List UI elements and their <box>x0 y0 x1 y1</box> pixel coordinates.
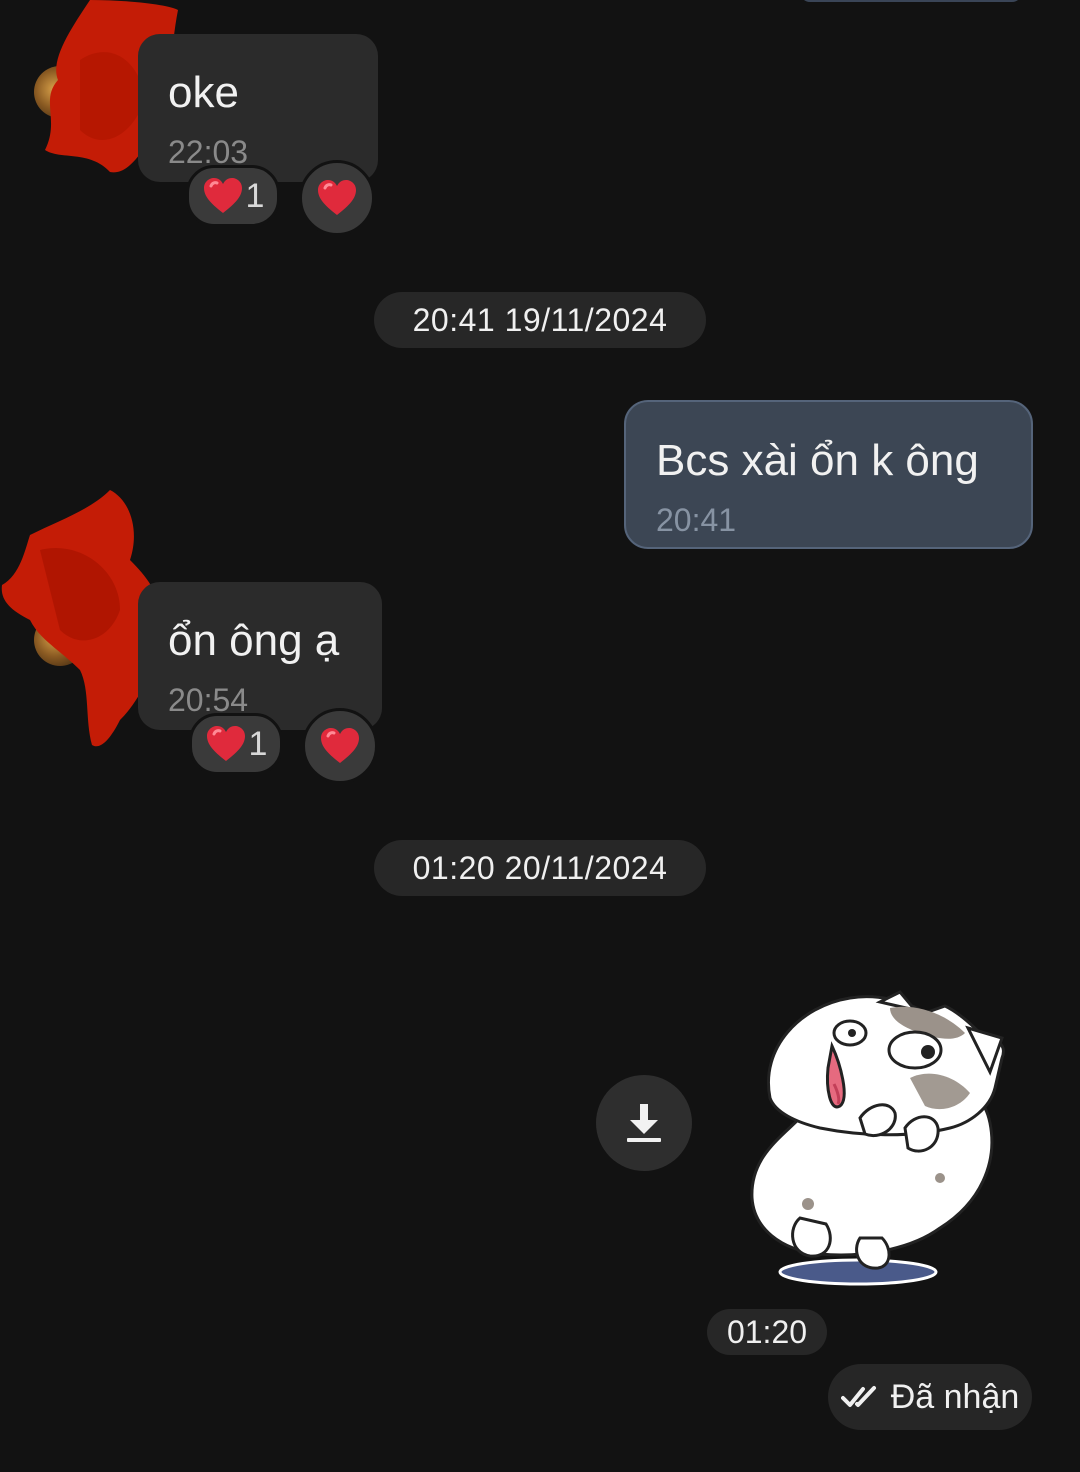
heart-icon <box>206 726 245 761</box>
delivery-status: Đã nhận <box>828 1364 1032 1430</box>
reaction-count-badge[interactable]: 1 <box>186 165 280 227</box>
heart-icon <box>318 180 356 215</box>
react-heart-button[interactable] <box>302 708 378 784</box>
heart-icon <box>321 728 359 763</box>
reaction-count: 1 <box>245 176 265 215</box>
message-time: 20:41 <box>656 502 737 538</box>
message-text: ổn ông ạ <box>168 616 340 665</box>
cat-sticker[interactable] <box>740 988 1010 1288</box>
message-text: Bcs xài ổn k ông <box>656 436 979 485</box>
sticker-download-button[interactable] <box>596 1075 692 1171</box>
download-icon <box>627 1104 661 1142</box>
date-separator: 01:20 20/11/2024 <box>374 840 706 896</box>
react-heart-button[interactable] <box>299 160 375 236</box>
message-outgoing-1[interactable]: Bcs xài ổn k ông 20:41 <box>624 400 1033 549</box>
date-separator: 20:41 19/11/2024 <box>374 292 706 348</box>
reaction-count: 1 <box>248 724 268 763</box>
sticker-time: 01:20 <box>707 1309 827 1355</box>
double-check-icon <box>840 1386 876 1407</box>
heart-icon <box>203 178 242 213</box>
reaction-count-badge[interactable]: 1 <box>189 713 283 775</box>
delivery-status-label: Đã nhận <box>890 1377 1020 1416</box>
message-text: oke <box>168 68 239 117</box>
previous-message-edge <box>800 0 1022 2</box>
